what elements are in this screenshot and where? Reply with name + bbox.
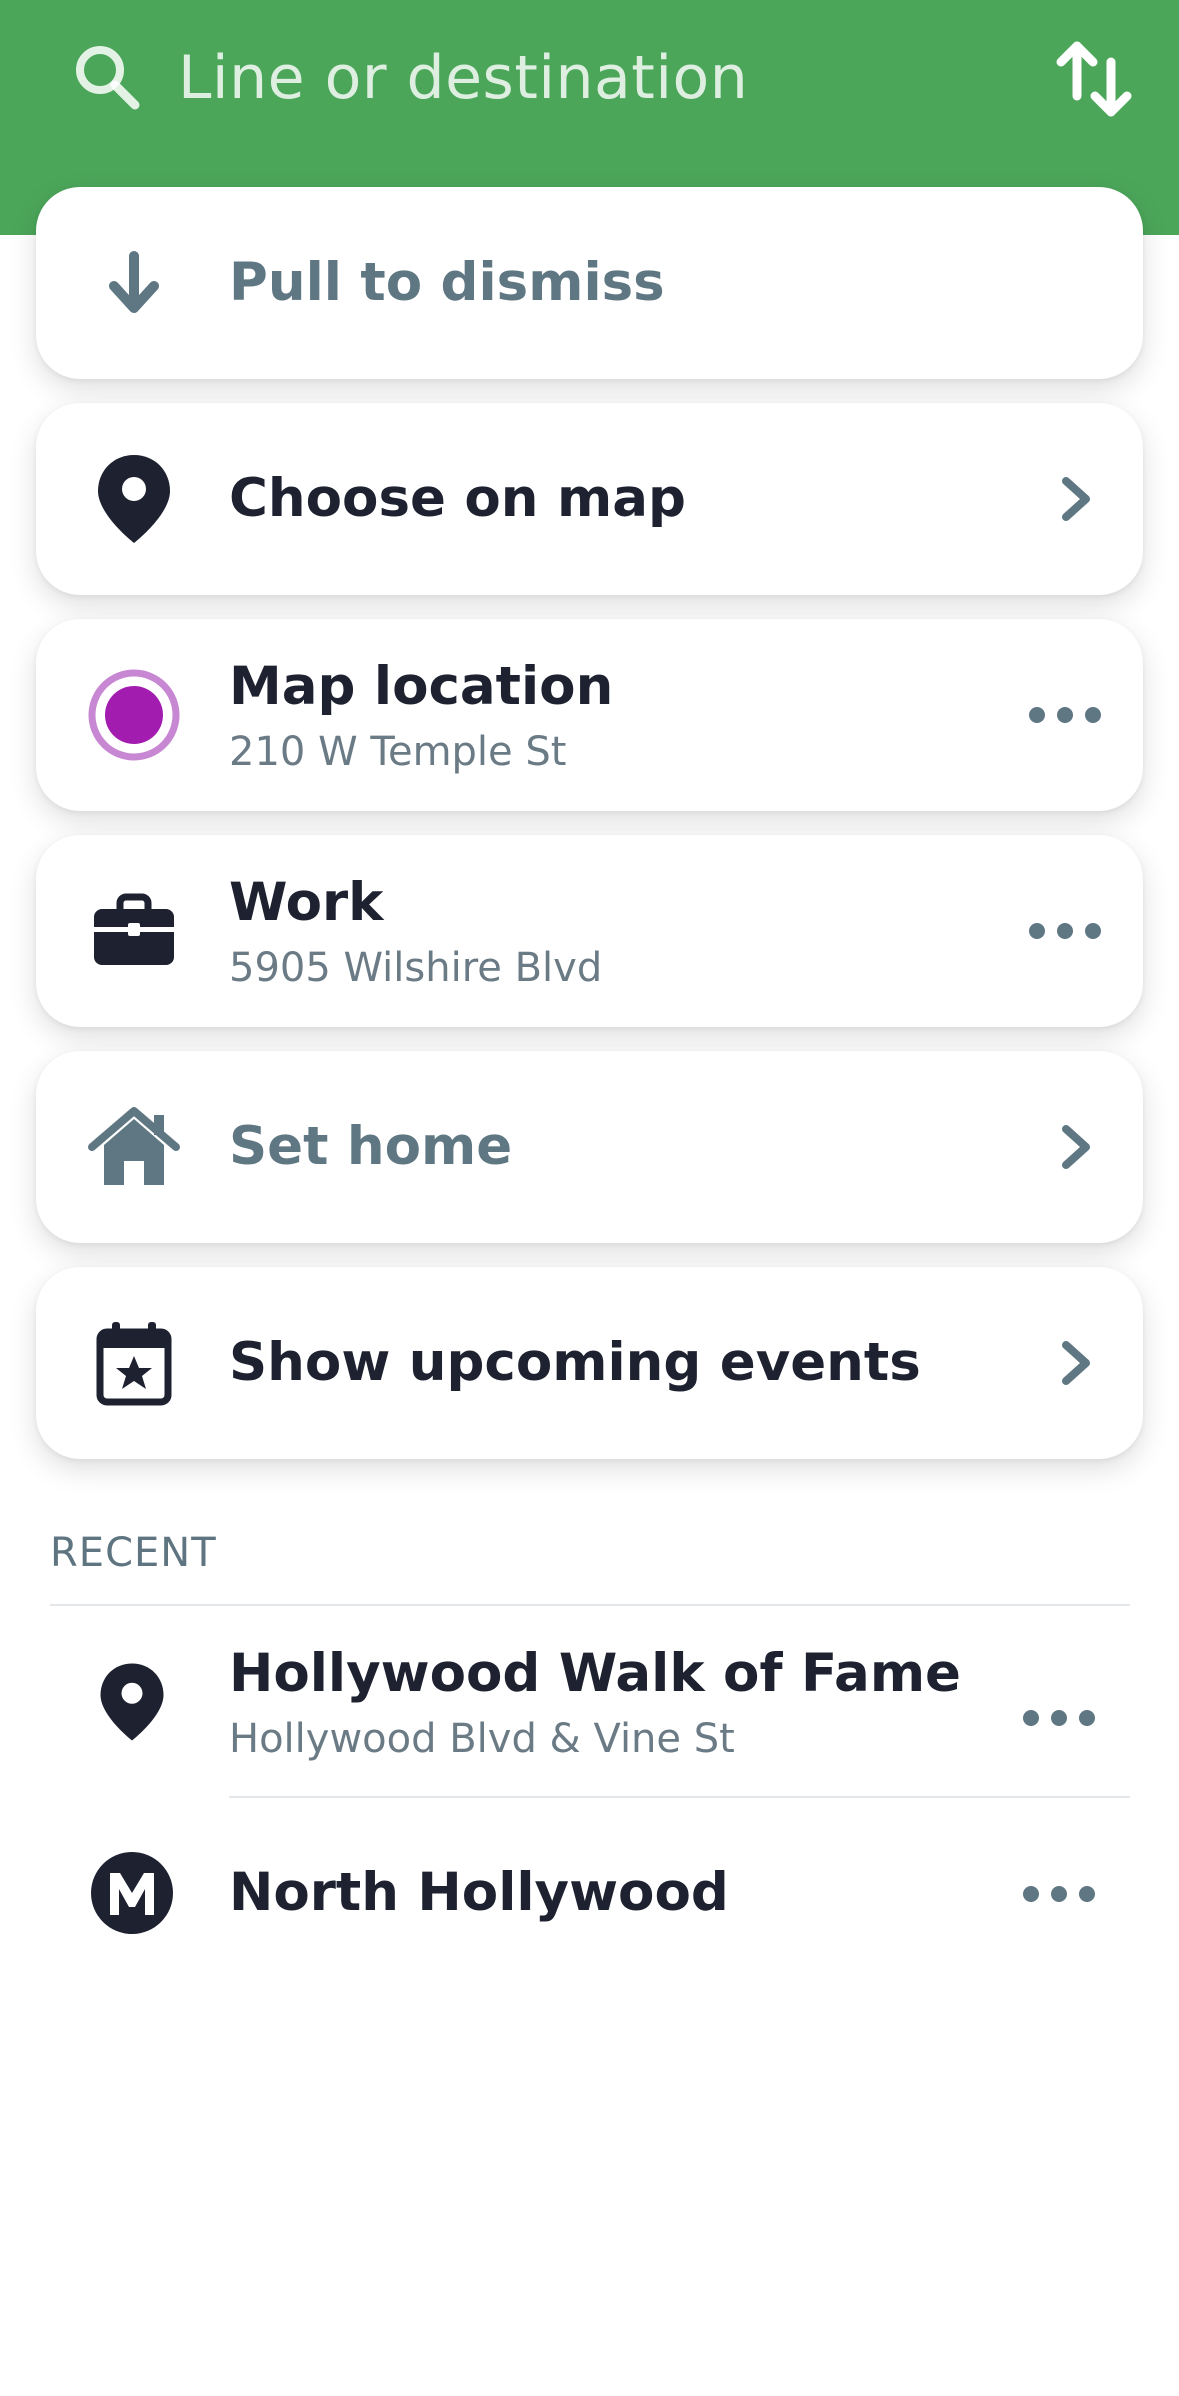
location-pin-icon [84, 449, 184, 549]
more-options-icon[interactable] [1021, 1878, 1097, 1910]
recent-item-north-hollywood[interactable]: North Hollywood [0, 1798, 1179, 1988]
calendar-star-icon [84, 1313, 184, 1413]
upcoming-events-card[interactable]: Show upcoming events [36, 1267, 1143, 1459]
briefcase-icon [84, 881, 184, 981]
metro-m-icon [84, 1845, 180, 1941]
work-card[interactable]: Work 5905 Wilshire Blvd [36, 835, 1143, 1027]
map-location-card[interactable]: Map location 210 W Temple St [36, 619, 1143, 811]
set-home-label: Set home [229, 1116, 513, 1177]
search-input[interactable]: Line or destination [178, 40, 748, 116]
recent-item-title: North Hollywood [229, 1862, 729, 1923]
more-options-icon[interactable] [1021, 1702, 1097, 1734]
pull-to-dismiss-card[interactable]: Pull to dismiss [36, 187, 1143, 379]
work-address: 5905 Wilshire Blvd [229, 945, 603, 991]
choose-on-map-label: Choose on map [229, 468, 686, 529]
chevron-right-icon [1062, 477, 1090, 521]
arrow-down-icon [84, 233, 184, 333]
search-icon[interactable] [72, 42, 142, 112]
map-location-title: Map location [229, 656, 614, 717]
location-pin-icon [84, 1654, 180, 1750]
recent-item-title: Hollywood Walk of Fame [229, 1643, 961, 1704]
recent-item-subtitle: Hollywood Blvd & Vine St [229, 1716, 735, 1762]
chevron-right-icon [1062, 1125, 1090, 1169]
work-title: Work [229, 872, 384, 933]
recent-item-hollywood-walk-of-fame[interactable]: Hollywood Walk of Fame Hollywood Blvd & … [0, 1606, 1179, 1796]
more-options-icon[interactable] [1027, 699, 1103, 731]
pull-to-dismiss-label: Pull to dismiss [229, 252, 665, 313]
recent-section-header: RECENT [50, 1530, 217, 1576]
map-location-address: 210 W Temple St [229, 729, 567, 775]
more-options-icon[interactable] [1027, 915, 1103, 947]
swap-direction-icon[interactable] [1055, 36, 1133, 122]
chevron-right-icon [1062, 1341, 1090, 1385]
current-location-icon [84, 665, 184, 765]
home-icon [84, 1097, 184, 1197]
set-home-card[interactable]: Set home [36, 1051, 1143, 1243]
upcoming-events-label: Show upcoming events [229, 1332, 921, 1393]
choose-on-map-card[interactable]: Choose on map [36, 403, 1143, 595]
